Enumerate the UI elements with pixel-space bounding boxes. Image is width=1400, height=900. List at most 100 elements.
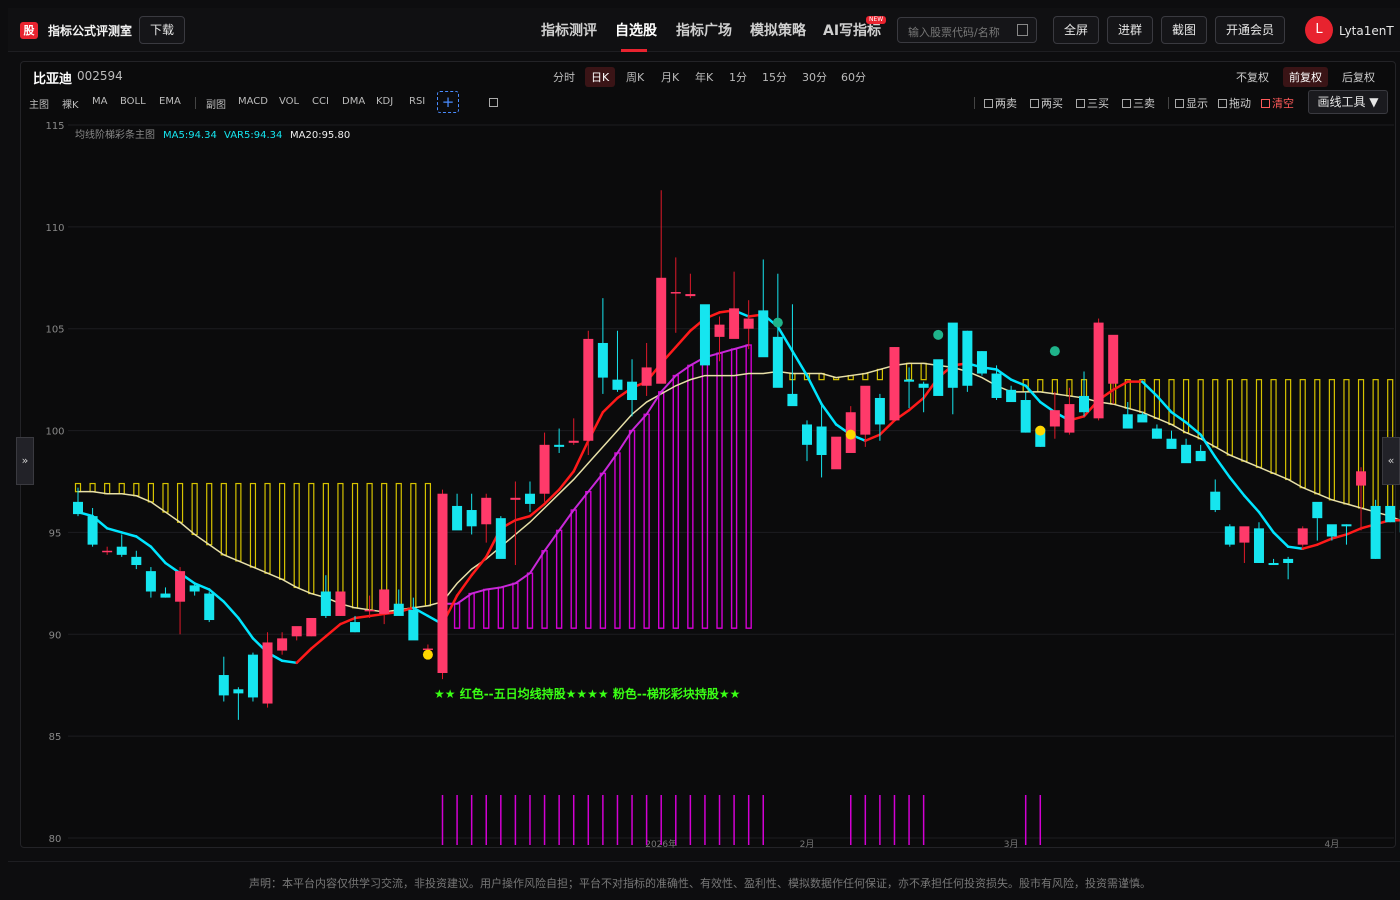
candle-body <box>1297 528 1308 545</box>
ladder-bar-magenta <box>585 490 592 629</box>
candle-body <box>393 603 404 616</box>
candle-body <box>656 277 667 384</box>
candle-body <box>116 546 127 555</box>
candle-body <box>247 654 258 698</box>
y-tick-label: 80 <box>49 834 62 845</box>
candle-body <box>962 330 973 386</box>
signal-dot <box>772 317 783 328</box>
candle-body <box>1049 410 1060 427</box>
ladder-bar-yellow <box>264 482 271 574</box>
ma5-segment <box>864 433 882 443</box>
candle-body <box>568 440 579 443</box>
y-tick-label: 105 <box>45 325 64 336</box>
ma5-segment <box>470 555 488 577</box>
ladder-bar-yellow <box>424 482 432 607</box>
y-tick-label: 95 <box>49 528 62 539</box>
ladder-bar-yellow <box>410 482 417 609</box>
ladder-bar-yellow <box>1255 379 1263 468</box>
ladder-bar-magenta <box>745 344 752 629</box>
ladder-bar-magenta <box>483 588 490 629</box>
candle-body <box>1356 471 1367 486</box>
candle-body <box>729 308 740 339</box>
ladder-bar-magenta <box>555 529 563 629</box>
ladder-bar-magenta <box>730 348 738 629</box>
x-tick-label: 4月 <box>1325 839 1340 850</box>
ladder-bar-yellow <box>118 482 125 495</box>
legend-var5: VAR5:94.34 <box>224 130 282 141</box>
signal-dot <box>845 429 856 440</box>
y-tick-label: 110 <box>45 223 64 234</box>
ma5-segment <box>1243 494 1261 514</box>
ladder-bar-yellow <box>1314 379 1321 495</box>
signal-dot <box>422 649 433 660</box>
ladder-bar-yellow <box>1168 379 1175 426</box>
candle-body <box>481 497 492 525</box>
candle-body <box>699 304 710 366</box>
ladder-bar-yellow <box>337 482 344 605</box>
candle-body <box>189 585 200 592</box>
candle-body <box>1253 528 1264 563</box>
ladder-bar-yellow <box>162 482 169 513</box>
kline-chart[interactable]: 808590951001051101152026年2月3月4月均线阶梯彩条主图M… <box>0 0 1400 900</box>
ma5-segment <box>1228 476 1246 498</box>
ladder-bar-yellow <box>104 482 111 495</box>
candle-body <box>335 591 346 616</box>
ma5-segment <box>149 545 167 565</box>
candle-body <box>1312 501 1323 519</box>
expand-left-button[interactable]: » <box>16 437 34 485</box>
expand-right-button[interactable]: « <box>1382 437 1400 485</box>
candle-body <box>1064 404 1075 433</box>
ladder-bar-yellow <box>1037 379 1044 393</box>
legend-title: 均线阶梯彩条主图 <box>75 128 155 141</box>
candle-body <box>1093 322 1104 419</box>
ladder-bar-yellow <box>147 482 154 503</box>
ladder-bar-yellow <box>351 482 359 609</box>
candle-body <box>1195 450 1206 462</box>
candle-body <box>524 493 535 504</box>
signal-dot <box>933 329 944 340</box>
ma20-line <box>78 362 1400 613</box>
ma5-segment <box>455 573 473 597</box>
candle-body <box>787 393 798 407</box>
candle-body <box>641 367 652 386</box>
ladder-bar-magenta <box>453 603 461 629</box>
candle-body <box>145 571 156 592</box>
ladder-bar-yellow <box>293 482 300 589</box>
candle-body <box>1181 444 1192 464</box>
ma5-segment <box>1345 527 1363 536</box>
candle-body <box>758 310 769 358</box>
ladder-bar-yellow <box>1328 379 1335 501</box>
ladder-bar-magenta <box>497 586 505 629</box>
ladder-bar-yellow <box>279 482 286 580</box>
ma5-segment <box>1301 543 1319 550</box>
ladder-bar-yellow <box>308 482 315 595</box>
disclaimer: 声明：本平台内容仅供学习交流，非投资建议。用户操作风险自担；平台不对指标的准确性… <box>249 877 1151 890</box>
legend-ma20: MA20:95.80 <box>290 130 350 141</box>
ladder-bar-yellow <box>1270 379 1277 474</box>
candle-body <box>291 626 302 637</box>
ladder-bar-yellow <box>191 482 198 536</box>
divider <box>8 861 1400 862</box>
candle-body <box>918 383 929 388</box>
y-tick-label: 100 <box>45 427 64 438</box>
candle-body <box>466 510 477 527</box>
candle-body <box>1151 428 1162 439</box>
ma5-segment <box>237 616 255 640</box>
ladder-bar-magenta <box>541 550 548 629</box>
candle-body <box>320 591 331 616</box>
candle-body <box>1283 558 1294 563</box>
ma5-segment <box>368 612 386 618</box>
ladder-bar-yellow <box>1197 379 1204 440</box>
candle-body <box>1166 438 1177 449</box>
candle-body <box>408 609 419 641</box>
candle-body <box>204 593 215 621</box>
candle-body <box>539 444 550 494</box>
ladder-bar-yellow <box>1212 379 1219 448</box>
ladder-bar-yellow <box>133 482 140 497</box>
y-tick-label: 85 <box>49 732 62 743</box>
ladder-bar-magenta <box>658 391 665 629</box>
ladder-bar-yellow <box>220 482 227 556</box>
ma5-segment <box>105 527 123 534</box>
candle-body <box>160 593 171 598</box>
candle-body <box>933 359 944 396</box>
